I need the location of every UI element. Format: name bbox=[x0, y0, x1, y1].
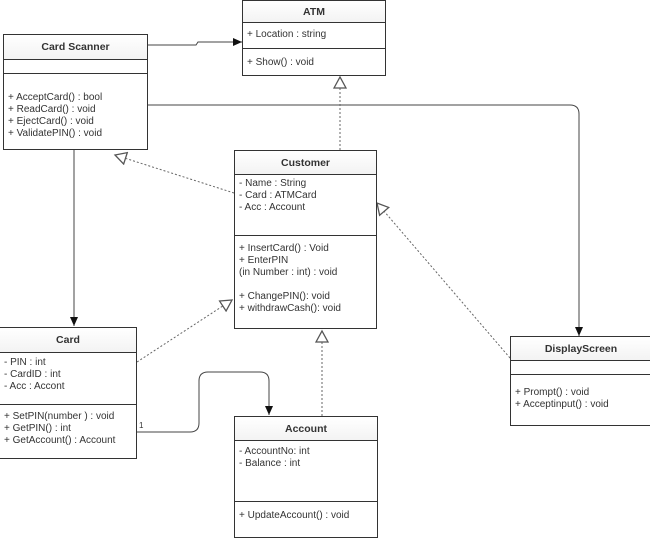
multiplicity-label: 1 bbox=[139, 421, 144, 430]
method: + UpdateAccount() : void bbox=[239, 510, 350, 521]
link-customer-cardscanner bbox=[115, 155, 235, 194]
class-name: Account bbox=[235, 417, 377, 441]
class-card[interactable]: Card - PIN : int - CardID : int - Acc : … bbox=[0, 327, 137, 459]
method-spacer bbox=[239, 279, 372, 291]
class-display-screen[interactable]: DisplayScreen + Prompt() : void + Accept… bbox=[510, 336, 650, 426]
class-account[interactable]: Account - AccountNo: int - Balance : int… bbox=[234, 416, 378, 538]
method: + GetAccount() : Account bbox=[4, 435, 116, 446]
link-cardscanner-atm bbox=[148, 38, 242, 46]
attribute: - Card : ATMCard bbox=[239, 190, 317, 201]
attribute: - Acc : Account bbox=[239, 202, 306, 213]
method: + InsertCard() : Void bbox=[239, 243, 329, 254]
method: + ValidatePIN() : void bbox=[8, 128, 103, 139]
method: (in Number : int) : void bbox=[239, 267, 338, 278]
class-name: Card bbox=[0, 328, 136, 353]
link-card-customer bbox=[136, 300, 232, 363]
method: + ReadCard() : void bbox=[8, 104, 96, 115]
methods-section: + AcceptCard() : bool + ReadCard() : voi… bbox=[4, 74, 147, 143]
link-displayscreen-customer bbox=[377, 203, 511, 359]
methods-section: + UpdateAccount() : void bbox=[235, 502, 377, 525]
attributes-section: - PIN : int - CardID : int - Acc : Accon… bbox=[0, 353, 136, 405]
attributes-section: + Location : string bbox=[243, 23, 385, 49]
attribute: - Acc : Accont bbox=[4, 381, 65, 392]
attribute: + Location : string bbox=[247, 29, 327, 40]
method: + Acceptinput() : void bbox=[515, 399, 609, 410]
method: + AcceptCard() : bool bbox=[8, 92, 103, 103]
attribute: - CardID : int bbox=[4, 369, 61, 380]
method: + Show() : void bbox=[247, 57, 314, 68]
method: + GetPIN() : int bbox=[4, 423, 71, 434]
attributes-section: - AccountNo: int - Balance : int bbox=[235, 441, 377, 502]
attribute: - Balance : int bbox=[239, 458, 301, 469]
method: + withdrawCash(): void bbox=[239, 303, 341, 314]
class-atm[interactable]: ATM + Location : string + Show() : void bbox=[242, 0, 386, 76]
class-name: ATM bbox=[243, 1, 385, 23]
method: + SetPIN(number ) : void bbox=[4, 411, 115, 422]
class-card-scanner[interactable]: Card Scanner + AcceptCard() : bool + Rea… bbox=[3, 34, 148, 150]
class-name: Card Scanner bbox=[4, 35, 147, 60]
attributes-section bbox=[4, 60, 147, 74]
attribute: - PIN : int bbox=[4, 357, 46, 368]
methods-section: + Show() : void bbox=[243, 49, 385, 72]
method: + EnterPIN bbox=[239, 255, 289, 266]
methods-section: + SetPIN(number ) : void + GetPIN() : in… bbox=[0, 405, 136, 450]
method: + ChangePIN(): void bbox=[239, 291, 330, 302]
attributes-section bbox=[511, 361, 650, 375]
class-name: Customer bbox=[235, 151, 376, 175]
method: + EjectCard() : void bbox=[8, 116, 94, 127]
class-name: DisplayScreen bbox=[511, 337, 650, 361]
method: + Prompt() : void bbox=[515, 387, 590, 398]
attributes-section: - Name : String - Card : ATMCard - Acc :… bbox=[235, 175, 376, 236]
methods-section: + Prompt() : void + Acceptinput() : void bbox=[511, 375, 650, 414]
methods-section: + InsertCard() : Void + EnterPIN (in Num… bbox=[235, 236, 376, 318]
attribute: - AccountNo: int bbox=[239, 446, 310, 457]
attribute: - Name : String bbox=[239, 178, 307, 189]
class-customer[interactable]: Customer - Name : String - Card : ATMCar… bbox=[234, 150, 377, 329]
